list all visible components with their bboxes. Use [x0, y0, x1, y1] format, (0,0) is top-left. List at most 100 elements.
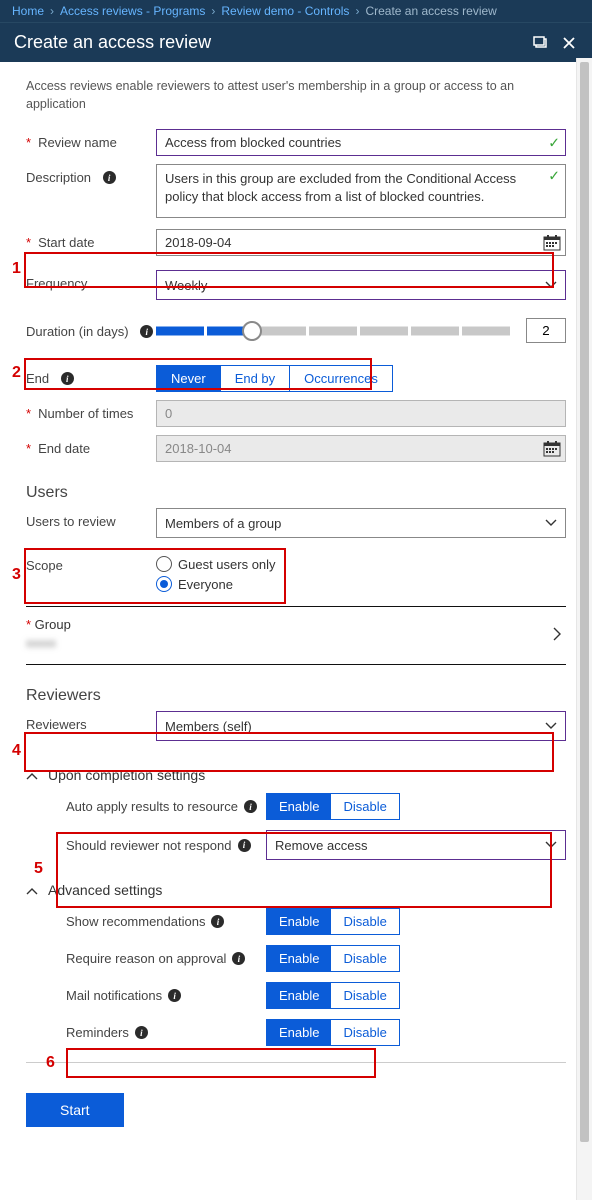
reminders-label: Reminders: [66, 1025, 129, 1040]
users-to-review-label: Users to review: [26, 514, 116, 529]
end-endby-button[interactable]: End by: [221, 366, 290, 391]
chevron-down-icon: [545, 281, 557, 289]
end-never-button[interactable]: Never: [157, 366, 221, 391]
reminders-enable[interactable]: Enable: [267, 1020, 331, 1045]
bc-current: Create an access review: [365, 4, 496, 18]
reviewers-value: Members (self): [165, 719, 252, 734]
notrespond-value: Remove access: [275, 838, 367, 853]
reviewers-select[interactable]: Members (self): [156, 711, 566, 741]
reqreason-disable[interactable]: Disable: [331, 946, 398, 971]
scrollbar-thumb[interactable]: [580, 62, 589, 1142]
calendar-icon[interactable]: [543, 235, 561, 251]
info-icon[interactable]: i: [238, 839, 251, 852]
autoapply-label: Auto apply results to resource: [66, 799, 238, 814]
divider: [26, 1062, 566, 1063]
duration-slider[interactable]: [156, 319, 510, 343]
num-times-label: Number of times: [38, 406, 133, 421]
group-picker[interactable]: * Group xxxxx: [26, 606, 566, 665]
radio-icon: [156, 556, 172, 572]
calendar-icon: [543, 441, 561, 457]
review-name-label: Review name: [38, 135, 117, 150]
description-input[interactable]: Users in this group are excluded from th…: [156, 164, 566, 218]
scope-everyone-radio[interactable]: Everyone: [156, 576, 566, 592]
close-icon[interactable]: [560, 34, 578, 52]
chevron-down-icon: [545, 722, 557, 730]
users-section-title: Users: [26, 484, 566, 502]
bc-controls[interactable]: Review demo - Controls: [221, 4, 349, 18]
end-date-input: [156, 435, 566, 462]
chevron-right-icon: ›: [50, 4, 54, 18]
completion-header[interactable]: Upon completion settings: [26, 767, 566, 783]
reqreason-enable[interactable]: Enable: [267, 946, 331, 971]
check-icon: ✓: [548, 134, 560, 151]
mail-enable[interactable]: Enable: [267, 983, 331, 1008]
bc-programs[interactable]: Access reviews - Programs: [60, 4, 205, 18]
showrec-label: Show recommendations: [66, 914, 205, 929]
info-icon[interactable]: i: [168, 989, 181, 1002]
info-icon[interactable]: i: [61, 372, 74, 385]
duration-label: Duration (in days): [26, 324, 129, 339]
scrollbar[interactable]: [576, 58, 592, 1200]
end-occurrences-button[interactable]: Occurrences: [290, 366, 392, 391]
completion-header-label: Upon completion settings: [48, 767, 205, 783]
scope-everyone-label: Everyone: [178, 577, 233, 592]
scope-guest-label: Guest users only: [178, 557, 276, 572]
mail-label: Mail notifications: [66, 988, 162, 1003]
users-to-review-select[interactable]: Members of a group: [156, 508, 566, 538]
blade-header: Create an access review: [0, 22, 592, 62]
description-label: Description: [26, 170, 91, 185]
chevron-up-icon: [26, 767, 38, 783]
showrec-enable[interactable]: Enable: [267, 909, 331, 934]
autoapply-toggle: Enable Disable: [266, 793, 400, 820]
group-label: Group: [35, 617, 71, 632]
scope-guest-radio[interactable]: Guest users only: [156, 556, 566, 572]
bc-home[interactable]: Home: [12, 4, 44, 18]
radio-icon: [156, 576, 172, 592]
frequency-value: Weekly: [165, 278, 207, 293]
end-label: End: [26, 371, 49, 386]
info-icon[interactable]: i: [211, 915, 224, 928]
info-icon[interactable]: i: [244, 800, 257, 813]
end-date-label: End date: [38, 441, 90, 456]
chevron-down-icon: [545, 519, 557, 527]
chevron-right-icon: ›: [211, 4, 215, 18]
mail-disable[interactable]: Disable: [331, 983, 398, 1008]
breadcrumb: Home › Access reviews - Programs › Revie…: [0, 0, 592, 22]
info-icon[interactable]: i: [232, 952, 245, 965]
reminders-disable[interactable]: Disable: [331, 1020, 398, 1045]
num-times-input: [156, 400, 566, 427]
info-icon[interactable]: i: [140, 325, 153, 338]
review-name-input[interactable]: [156, 129, 566, 156]
users-to-review-value: Members of a group: [165, 516, 281, 531]
chevron-right-icon: ›: [355, 4, 359, 18]
notrespond-label: Should reviewer not respond: [66, 838, 232, 853]
autoapply-disable[interactable]: Disable: [331, 794, 398, 819]
check-icon: ✓: [548, 168, 560, 185]
intro-text: Access reviews enable reviewers to attes…: [26, 78, 566, 113]
chevron-down-icon: [545, 841, 557, 849]
reqreason-label: Require reason on approval: [66, 951, 226, 966]
duration-value-input[interactable]: [526, 318, 566, 343]
group-value: xxxxx: [26, 632, 56, 650]
chevron-right-icon: [552, 627, 562, 641]
start-date-label: Start date: [38, 235, 94, 250]
page-title: Create an access review: [14, 32, 522, 53]
advanced-header[interactable]: Advanced settings: [26, 882, 566, 898]
frequency-label: Frequency: [26, 276, 87, 291]
reviewers-section-title: Reviewers: [26, 687, 566, 705]
frequency-select[interactable]: Weekly: [156, 270, 566, 300]
info-icon[interactable]: i: [135, 1026, 148, 1039]
start-date-input[interactable]: [156, 229, 566, 256]
chevron-up-icon: [26, 882, 38, 898]
showrec-disable[interactable]: Disable: [331, 909, 398, 934]
restore-window-icon[interactable]: [532, 34, 550, 52]
reviewers-label: Reviewers: [26, 717, 87, 732]
autoapply-enable[interactable]: Enable: [267, 794, 331, 819]
start-button[interactable]: Start: [26, 1093, 124, 1127]
scope-label: Scope: [26, 558, 63, 573]
slider-thumb[interactable]: [242, 321, 262, 341]
end-segmented: Never End by Occurrences: [156, 365, 393, 392]
info-icon[interactable]: i: [103, 171, 116, 184]
notrespond-select[interactable]: Remove access: [266, 830, 566, 860]
advanced-header-label: Advanced settings: [48, 882, 162, 898]
